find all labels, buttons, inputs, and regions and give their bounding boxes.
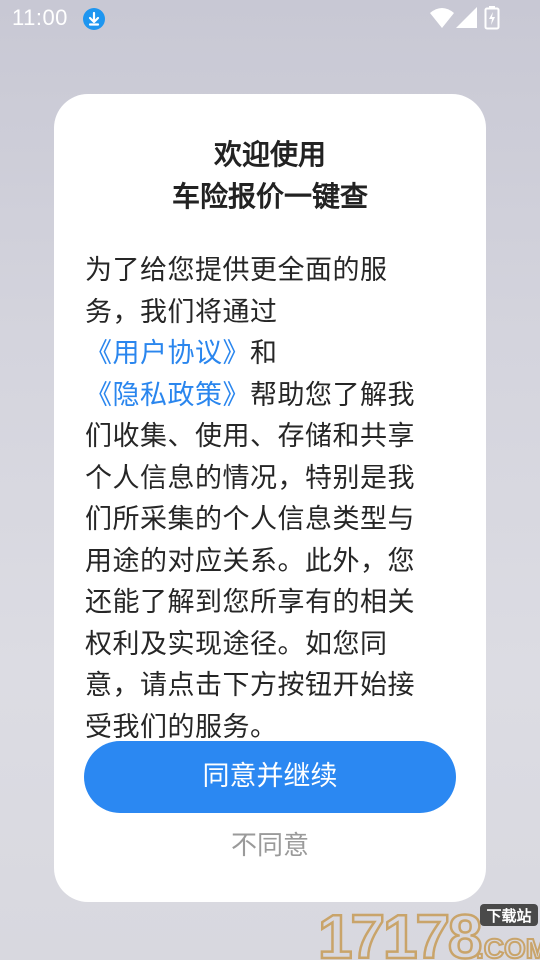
dialog-title-line2: 车险报价一键查 [171, 180, 368, 213]
dialog-title: 欢迎使用 车险报价一键查 [54, 134, 486, 218]
signal-icon [456, 7, 477, 28]
dialog-title-line1: 欢迎使用 [213, 138, 326, 171]
watermark-badge: 下载站 [486, 907, 531, 925]
status-bar: 11:00 [0, 0, 540, 38]
watermark-logo: 17178 下载站 .COM [317, 902, 540, 960]
watermark-suffix: .COM [476, 933, 540, 960]
battery-icon [484, 6, 500, 30]
privacy-dialog: 欢迎使用 车险报价一键查 为了给您提供更全面的服务，我们将通过《用户协议》和《隐… [54, 94, 486, 902]
body-text-part2: 和 [250, 338, 278, 369]
agree-continue-button[interactable]: 同意并继续 [84, 741, 456, 813]
privacy-policy-link[interactable]: 《隐私政策》 [85, 380, 250, 411]
status-time: 11:00 [12, 5, 68, 30]
user-agreement-link[interactable]: 《用户协议》 [85, 338, 250, 369]
body-text-part3: 帮助您了解我们收集、使用、存储和共享个人信息的情况，特别是我们所采集的个人信息类… [85, 379, 415, 743]
wifi-icon [430, 8, 454, 28]
dialog-body-text: 为了给您提供更全面的服务，我们将通过《用户协议》和《隐私政策》帮助您了解我们收集… [85, 250, 437, 748]
watermark-number: 17178 [318, 903, 481, 960]
body-text-part1: 为了给您提供更全面的服务，我们将通过 [85, 255, 388, 328]
download-icon [83, 8, 105, 30]
disagree-button[interactable]: 不同意 [54, 824, 486, 868]
